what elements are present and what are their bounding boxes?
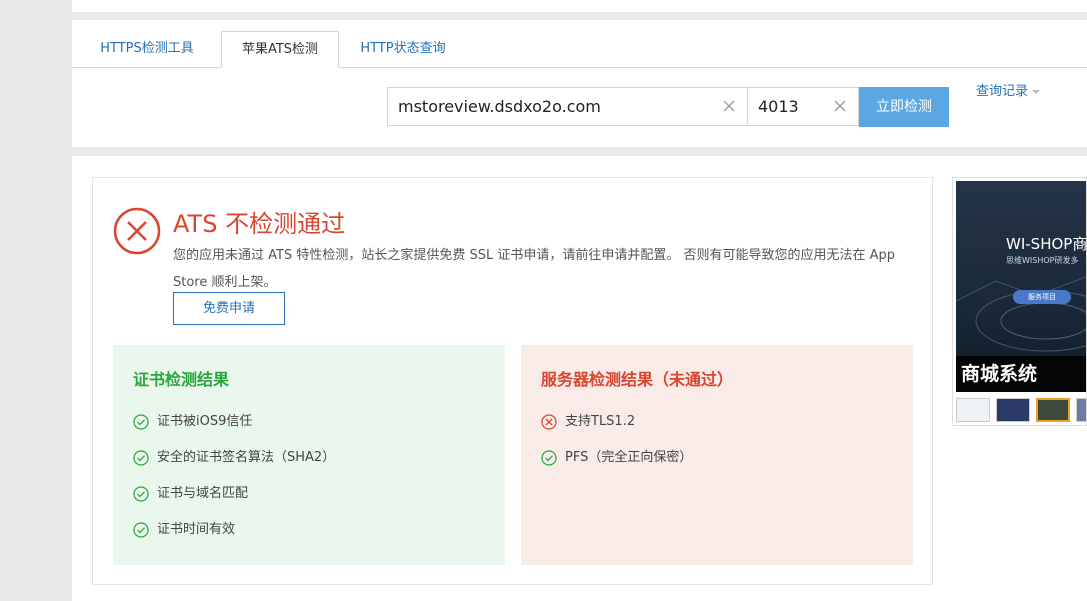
left-gutter [0, 0, 72, 601]
history-label: 查询记录 [976, 84, 1029, 99]
server-panel-title: 服务器检测结果（未通过） [541, 370, 734, 389]
free-apply-button[interactable]: 免费申请 [173, 292, 285, 325]
cert-result-panel: 证书检测结果 证书被iOS9信任 安全的证书签名算法（SHA2） 证书与域名匹配… [113, 345, 505, 565]
ad-thumbnail[interactable] [996, 398, 1030, 422]
domain-input[interactable]: mstoreview.dsdxo2o.com [387, 87, 748, 126]
result-description: 您的应用未通过 ATS 特性检测，站长之家提供免费 SSL 证书申请，请前往申请… [173, 248, 896, 290]
list-item-label: 证书被iOS9信任 [157, 414, 253, 429]
top-card-edge [72, 0, 1087, 12]
result-box: ATS 不检测通过 您的应用未通过 ATS 特性检测，站长之家提供免费 SSL … [92, 177, 933, 585]
list-item-label: 安全的证书签名算法（SHA2） [157, 450, 336, 465]
check-circle-icon [133, 522, 149, 538]
clear-icon[interactable] [832, 98, 848, 114]
port-value: 4013 [758, 97, 799, 116]
list-item-label: 证书时间有效 [157, 522, 236, 537]
list-item-label: 支持TLS1.2 [565, 414, 636, 429]
tab-ats-check[interactable]: 苹果ATS检测 [221, 31, 339, 68]
ad-thumbnail[interactable] [1036, 398, 1070, 422]
list-item-label: PFS（完全正向保密） [565, 450, 693, 465]
ad-caption: 商城系统 [956, 356, 1086, 392]
chevron-down-icon [1032, 89, 1041, 94]
x-circle-icon [541, 414, 557, 430]
ad-thumbnail[interactable] [1076, 398, 1086, 422]
check-circle-icon [133, 450, 149, 466]
check-circle-icon [541, 450, 557, 466]
ad-thumbnail[interactable] [956, 398, 990, 422]
server-result-panel: 服务器检测结果（未通过） 支持TLS1.2 PFS（完全正向保密） [521, 345, 913, 565]
main-content: ATS 不检测通过 您的应用未通过 ATS 特性检测，站长之家提供免费 SSL … [72, 156, 1087, 601]
check-circle-icon [133, 414, 149, 430]
ad-subtitle: 思维WISHOP研发多 [1006, 256, 1079, 265]
list-item-label: 证书与域名匹配 [157, 486, 249, 501]
section-divider [72, 147, 1087, 156]
ad-carousel[interactable]: WI-SHOP商 思维WISHOP研发多 服务项目 商城系统 [952, 177, 1087, 426]
clear-icon[interactable] [721, 98, 737, 114]
tab-bar: HTTPS检测工具 苹果ATS检测 HTTP状态查询 [72, 20, 1087, 68]
check-now-button[interactable]: 立即检测 [859, 87, 949, 127]
tool-panel: HTTPS检测工具 苹果ATS检测 HTTP状态查询 查询记录 mstorevi… [72, 20, 1087, 147]
query-history-link[interactable]: 查询记录 [976, 80, 1041, 99]
fail-circle-icon [113, 207, 161, 255]
cert-panel-title: 证书检测结果 [133, 370, 230, 389]
domain-value: mstoreview.dsdxo2o.com [398, 97, 601, 116]
result-title: ATS 不检测通过 [173, 210, 346, 238]
ad-banner-image[interactable]: WI-SHOP商 思维WISHOP研发多 服务项目 商城系统 [956, 181, 1087, 392]
ad-title: WI-SHOP商 [1006, 235, 1087, 253]
check-circle-icon [133, 486, 149, 502]
tab-http-status[interactable]: HTTP状态查询 [338, 31, 468, 67]
ad-service-pill[interactable]: 服务项目 [1013, 290, 1071, 304]
port-input[interactable]: 4013 [748, 87, 859, 126]
tab-https-check[interactable]: HTTPS检测工具 [72, 31, 222, 67]
ad-thumbnails [956, 398, 1086, 424]
